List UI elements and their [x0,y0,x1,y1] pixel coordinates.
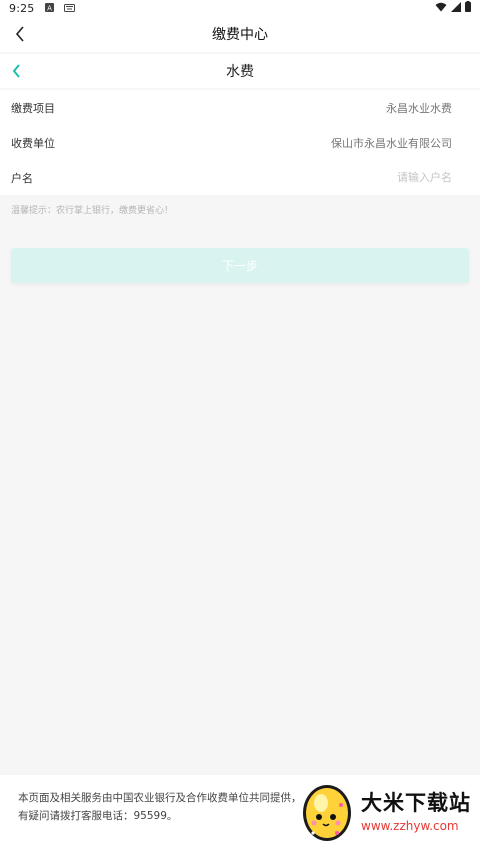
status-bar: 9:25 A [0,0,480,16]
app-header: 缴费中心 [0,16,480,52]
item-label: 缴费项目 [11,101,55,115]
sub-header: 水费 [0,54,480,88]
tip-text: 温馨提示：农行掌上银行，缴费更省心！ [0,195,480,224]
watermark-url: www.zzhyw.com [361,819,459,833]
form-row-item: 缴费项目 永昌水业水费 [0,90,480,125]
page-title: 缴费中心 [212,27,268,43]
mascot-egg-icon [297,777,355,843]
svg-text:A: A [47,4,52,12]
watermark: 大米下载站 www.zzhyw.com [295,775,480,845]
footer-text: 本页面及相关服务由中国农业银行及合作收费单位共同提供，如有疑问请拨打客服电话：9… [18,792,312,822]
payment-form: 缴费项目 永昌水业水费 收费单位 保山市永昌水业有限公司 户名 [0,90,480,195]
form-row-payee: 收费单位 保山市永昌水业有限公司 [0,125,480,160]
form-row-account-name: 户名 [0,160,480,195]
watermark-title: 大米下载站 [361,791,471,815]
payee-value: 保山市永昌水业有限公司 [331,136,452,150]
wifi-icon [435,2,447,15]
signal-icon [451,1,461,15]
chevron-left-icon [15,26,24,42]
battery-icon [465,1,471,15]
chevron-left-icon [12,64,20,78]
next-button[interactable]: 下一步 [11,248,469,283]
back-button[interactable] [8,16,32,52]
account-name-input[interactable] [252,171,452,184]
sub-back-button[interactable] [6,54,26,88]
item-value: 永昌水业水费 [386,101,452,115]
a-icon: A [44,2,54,15]
keyboard-icon [63,2,75,15]
status-time: 9:25 [9,1,35,15]
payee-label: 收费单位 [11,136,55,150]
account-name-label: 户名 [11,171,33,185]
sub-title: 水费 [226,64,254,80]
